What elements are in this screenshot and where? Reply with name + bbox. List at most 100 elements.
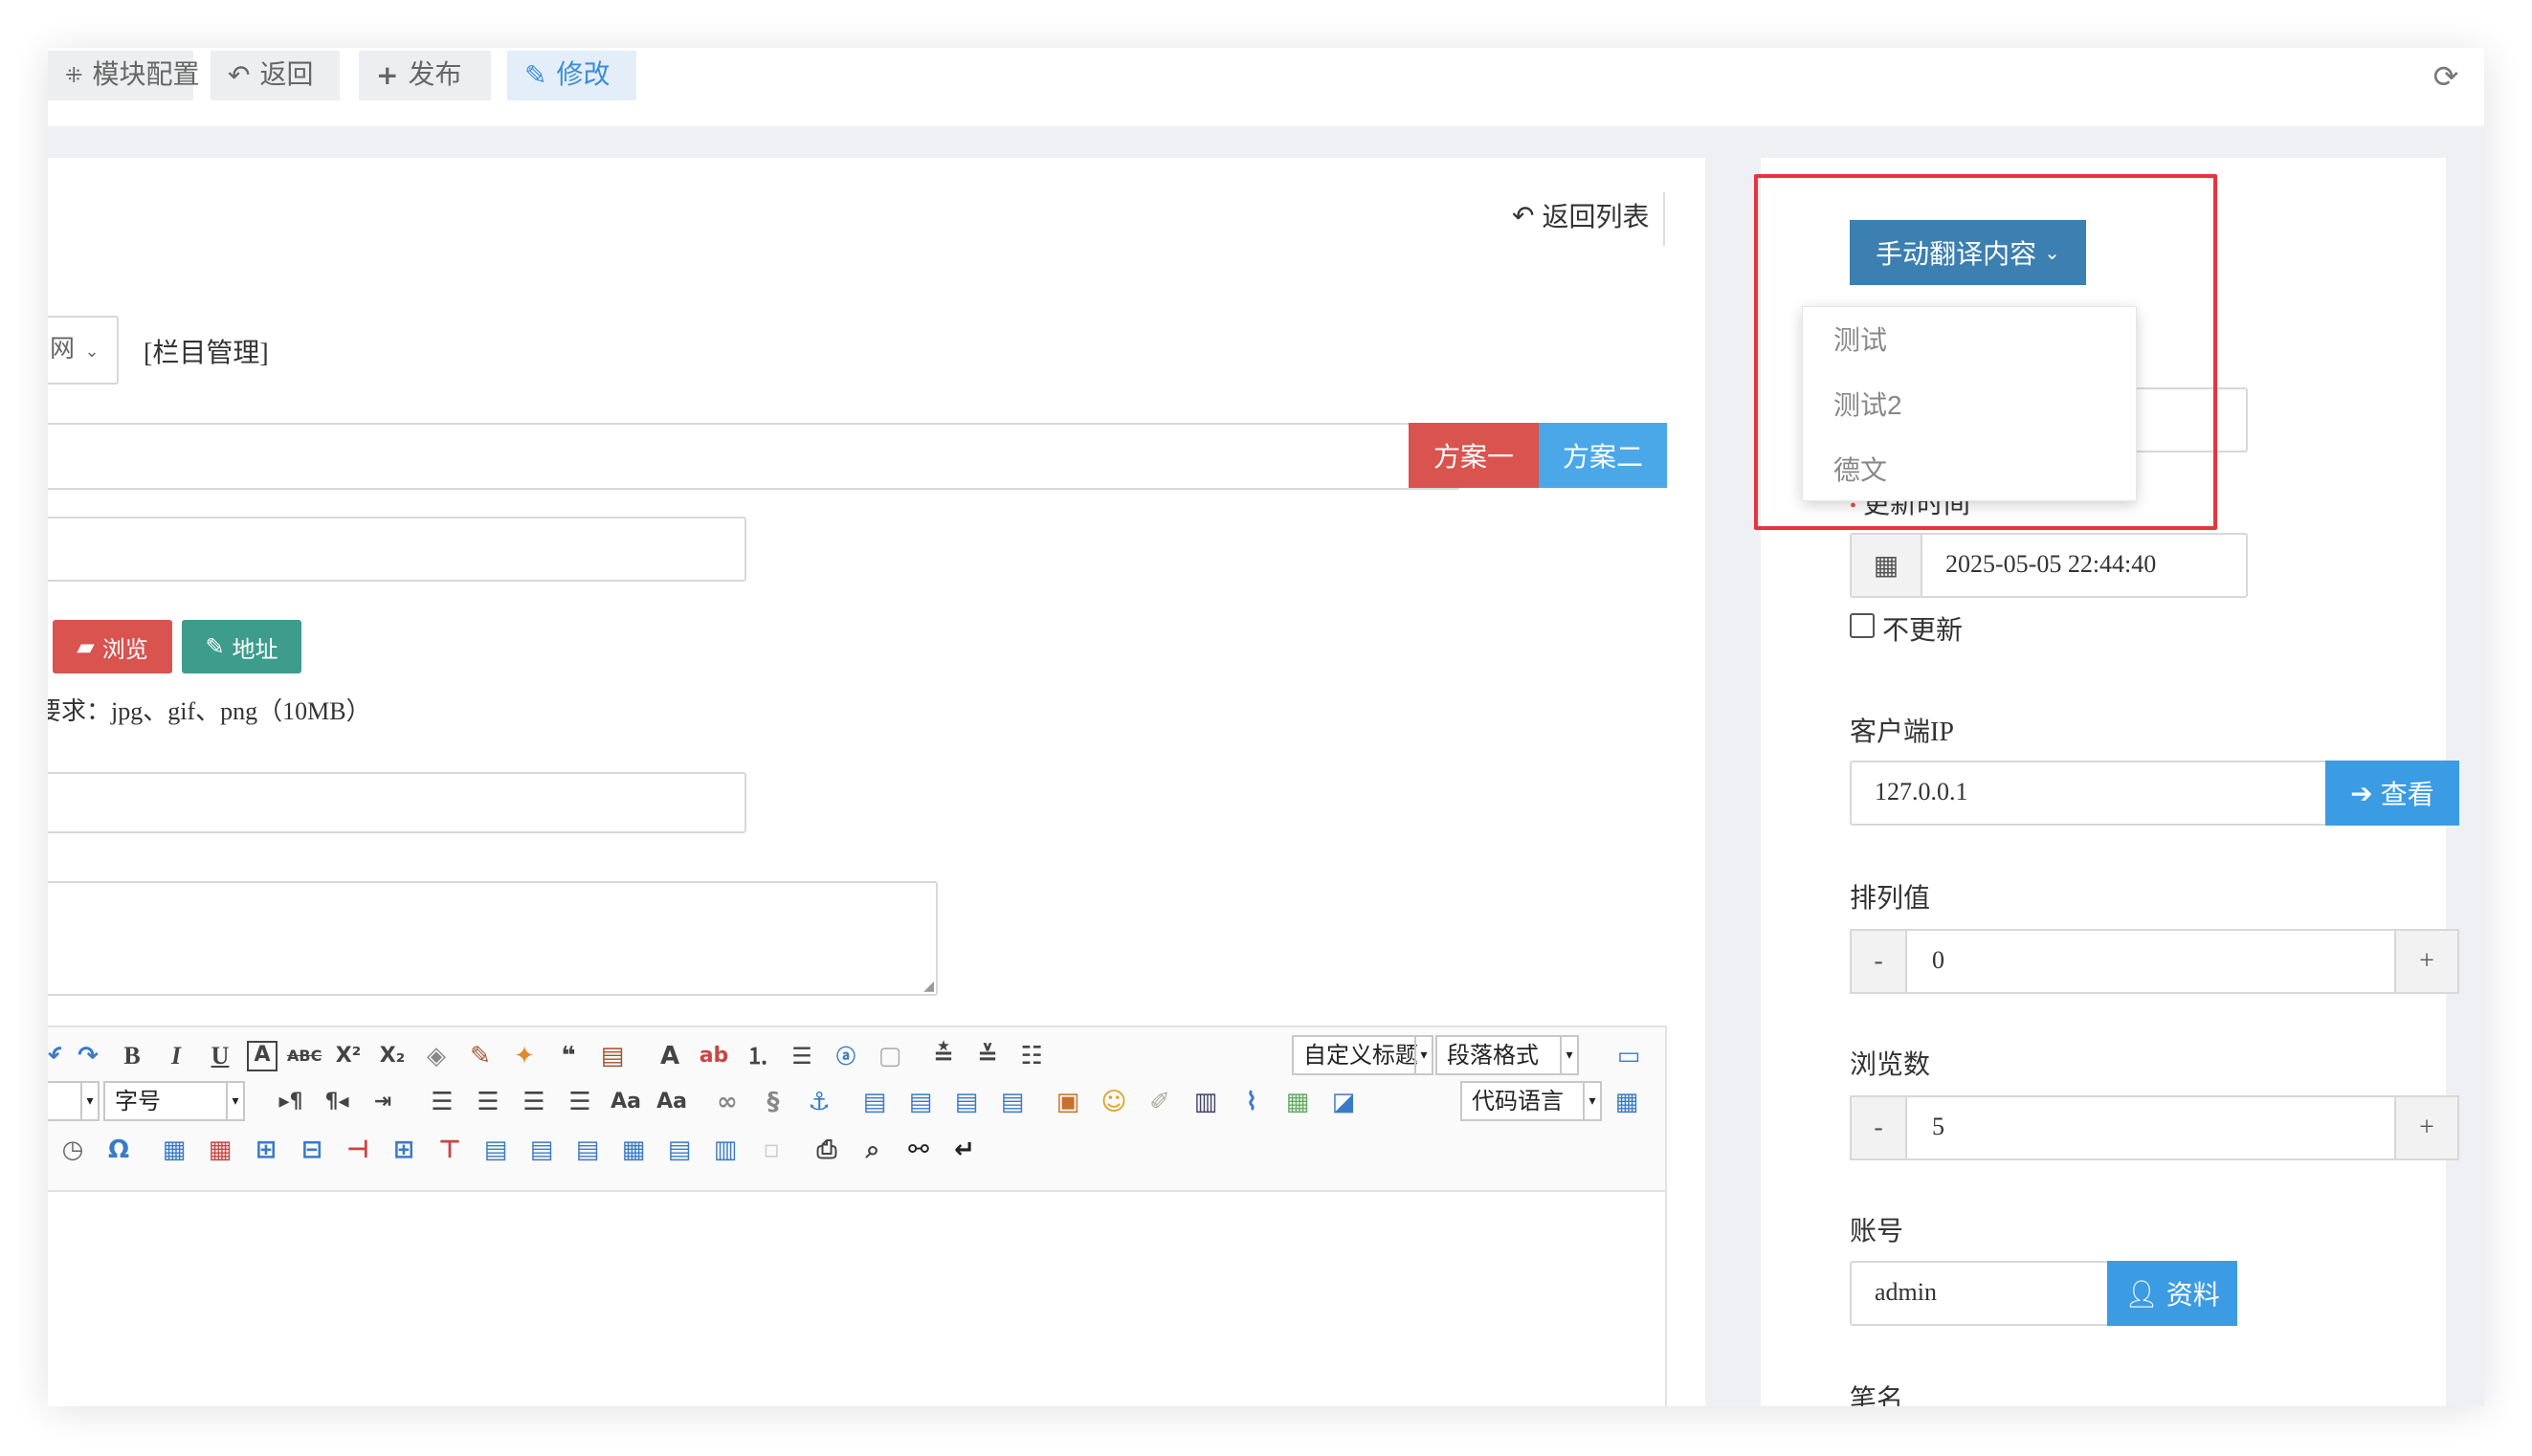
- font-border-icon[interactable]: A: [247, 1041, 278, 1071]
- split-cells-icon[interactable]: ▦: [616, 1133, 651, 1167]
- description-textarea[interactable]: ◢: [48, 881, 938, 996]
- insert-code-icon[interactable]: ⓐ: [829, 1039, 863, 1073]
- format-brush-icon[interactable]: ✎: [463, 1039, 498, 1073]
- code-language-select[interactable]: 代码语言 ▾: [1460, 1081, 1602, 1121]
- clear-doc-icon[interactable]: ▢: [873, 1039, 907, 1073]
- ltr-icon[interactable]: ▸¶: [274, 1085, 308, 1119]
- update-time-field[interactable]: ▦ 2025-05-05 22:44:40: [1850, 533, 2248, 598]
- paste-plain-icon[interactable]: ▤: [595, 1039, 630, 1073]
- auto-format-icon[interactable]: ✦: [507, 1039, 542, 1073]
- highlight-color-icon[interactable]: ab: [697, 1039, 731, 1073]
- module-config-button[interactable]: ⁜ 模块配置: [48, 51, 199, 100]
- insert-frame-icon[interactable]: ◪: [1326, 1085, 1361, 1119]
- calendar-icon[interactable]: ▦: [1852, 535, 1922, 596]
- scrawl-icon[interactable]: ✐: [1143, 1085, 1177, 1119]
- views-plus-button[interactable]: +: [2394, 1095, 2459, 1160]
- align-left-icon[interactable]: ☰: [425, 1085, 459, 1119]
- category-manage-link[interactable]: [栏目管理]: [144, 332, 269, 370]
- insert-table-icon[interactable]: ▦: [157, 1133, 191, 1167]
- insert-row-icon[interactable]: ⊟: [295, 1133, 329, 1167]
- font-family-select[interactable]: ▾: [48, 1081, 100, 1121]
- browse-button[interactable]: ▰ 浏览: [53, 620, 172, 673]
- insert-para-before-table-icon[interactable]: ⊞: [249, 1133, 283, 1167]
- strikethrough-icon[interactable]: ABC: [287, 1039, 322, 1073]
- indent-icon[interactable]: ⇥: [366, 1085, 400, 1119]
- clock-icon[interactable]: ◷: [56, 1133, 90, 1167]
- eraser-icon[interactable]: ◈: [419, 1039, 454, 1073]
- template-icon[interactable]: ▦: [1610, 1085, 1644, 1119]
- edit-button[interactable]: ✎ 修改: [507, 51, 636, 100]
- preview-monitor-icon[interactable]: ▭: [1611, 1039, 1646, 1073]
- enter-icon[interactable]: ↵: [947, 1133, 982, 1167]
- print-icon[interactable]: ⎙: [810, 1133, 844, 1167]
- plan2-button[interactable]: 方案二: [1539, 423, 1667, 488]
- insert-image-icon[interactable]: ▣: [1051, 1085, 1085, 1119]
- address-button[interactable]: ✎ 地址: [182, 620, 301, 673]
- image-left-icon[interactable]: ▤: [903, 1085, 938, 1119]
- blockquote-icon[interactable]: ❝: [551, 1039, 586, 1073]
- paragraph-format-select[interactable]: 段落格式 ▾: [1435, 1035, 1579, 1075]
- client-ip-input[interactable]: 127.0.0.1: [1850, 761, 2328, 826]
- undo-icon[interactable]: ↶: [48, 1039, 61, 1073]
- back-button[interactable]: ↶ 返回: [211, 51, 340, 100]
- image-right-icon[interactable]: ▤: [949, 1085, 984, 1119]
- anchor-icon[interactable]: ⚓: [802, 1085, 836, 1119]
- superscript-icon[interactable]: X²: [331, 1039, 366, 1073]
- search-replace-icon[interactable]: ⚯: [901, 1133, 936, 1167]
- delete-col-icon[interactable]: ⊤: [433, 1133, 467, 1167]
- lowercase-icon[interactable]: Aa: [655, 1085, 689, 1119]
- special-char-icon[interactable]: Ω: [101, 1133, 136, 1167]
- emotion-icon[interactable]: ☺: [1097, 1085, 1131, 1119]
- underline-icon[interactable]: U: [203, 1039, 237, 1073]
- insert-col-icon[interactable]: ⊞: [387, 1133, 421, 1167]
- uppercase-icon[interactable]: Aa: [609, 1085, 643, 1119]
- subscript-icon[interactable]: X₂: [375, 1039, 410, 1073]
- ordered-list-icon[interactable]: ⒈: [741, 1039, 775, 1073]
- custom-title-select[interactable]: 自定义标题 ▾: [1292, 1035, 1433, 1075]
- profile-button[interactable]: 👤︎ 资料: [2107, 1261, 2237, 1326]
- delete-row-icon[interactable]: ⊣: [341, 1133, 375, 1167]
- publish-button[interactable]: + 发布: [359, 51, 491, 100]
- unordered-list-icon[interactable]: ☰: [785, 1039, 819, 1073]
- row-spacing-bottom-icon[interactable]: ≚: [970, 1039, 1005, 1073]
- back-to-list-link[interactable]: ↶ 返回列表: [1512, 196, 1649, 234]
- views-minus-button[interactable]: -: [1850, 1095, 1907, 1160]
- row-spacing-top-icon[interactable]: ≛: [926, 1039, 961, 1073]
- refresh-icon[interactable]: ⟳: [2427, 57, 2465, 96]
- insert-video-icon[interactable]: ▥: [1188, 1085, 1223, 1119]
- split-rows-icon[interactable]: ▤: [662, 1133, 697, 1167]
- align-justify-icon[interactable]: ☰: [563, 1085, 597, 1119]
- sort-value[interactable]: 0: [1932, 946, 1944, 975]
- chart-icon[interactable]: ▫: [754, 1133, 788, 1167]
- link-icon[interactable]: ∞: [710, 1085, 744, 1119]
- bold-icon[interactable]: B: [115, 1039, 149, 1073]
- subtitle-input[interactable]: [48, 517, 746, 582]
- sort-minus-button[interactable]: -: [1850, 929, 1907, 994]
- no-update-checkbox[interactable]: [1850, 613, 1875, 638]
- line-height-icon[interactable]: ☷: [1014, 1039, 1049, 1073]
- link-input[interactable]: [48, 772, 746, 833]
- image-center-icon[interactable]: ▤: [995, 1085, 1030, 1119]
- title-input[interactable]: [48, 423, 1460, 490]
- merge-down-icon[interactable]: ▤: [570, 1133, 605, 1167]
- delete-table-icon[interactable]: ▦: [203, 1133, 237, 1167]
- map-icon[interactable]: ▦: [1280, 1085, 1315, 1119]
- image-none-icon[interactable]: ▤: [857, 1085, 892, 1119]
- italic-icon[interactable]: I: [159, 1039, 193, 1073]
- sort-plus-button[interactable]: +: [2394, 929, 2459, 994]
- account-input[interactable]: admin: [1850, 1261, 2110, 1326]
- attachment-icon[interactable]: ⌇: [1234, 1085, 1269, 1119]
- unlink-icon[interactable]: §: [756, 1085, 790, 1119]
- views-value[interactable]: 5: [1932, 1113, 1944, 1141]
- rtl-icon[interactable]: ¶◂: [320, 1085, 354, 1119]
- view-ip-button[interactable]: ➔ 查看: [2325, 761, 2459, 826]
- site-select[interactable]: 网 ⌄: [48, 316, 119, 385]
- redo-icon[interactable]: ↷: [71, 1039, 105, 1073]
- font-color-icon[interactable]: A: [653, 1039, 687, 1073]
- preview-icon[interactable]: ⌕: [855, 1133, 890, 1167]
- plan1-button[interactable]: 方案一: [1409, 423, 1539, 488]
- merge-cells-icon[interactable]: ▤: [478, 1133, 513, 1167]
- align-right-icon[interactable]: ☰: [517, 1085, 551, 1119]
- merge-right-icon[interactable]: ▤: [524, 1133, 559, 1167]
- split-cols-icon[interactable]: ▥: [708, 1133, 743, 1167]
